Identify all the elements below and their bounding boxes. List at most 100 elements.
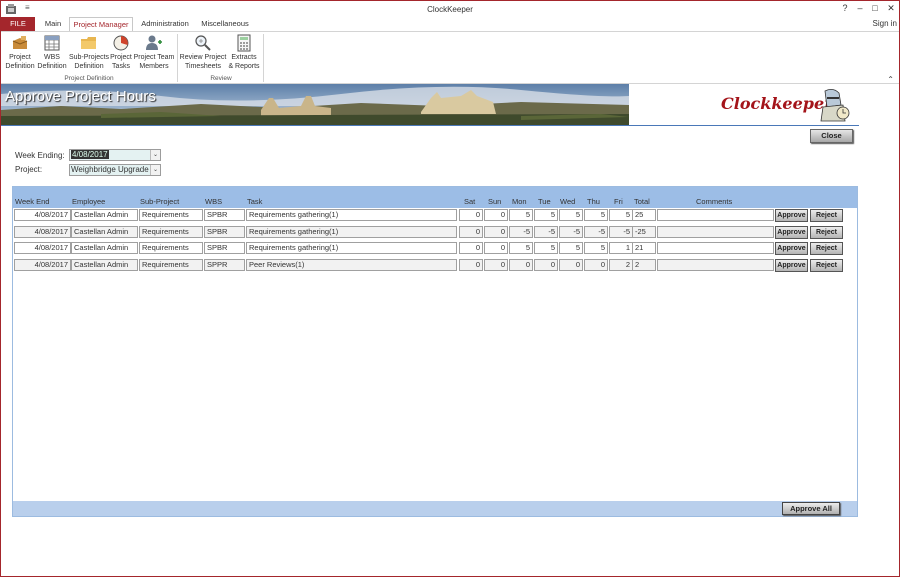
cell-fri[interactable]: 2	[609, 259, 633, 271]
cell-sun[interactable]: 0	[484, 226, 508, 238]
cell-tue[interactable]: -5	[534, 226, 558, 238]
close-button[interactable]: Close	[810, 129, 853, 143]
cell-wbs[interactable]: SPPR	[204, 259, 245, 271]
cell-sub-project[interactable]: Requirements	[139, 259, 203, 271]
cell-week-end[interactable]: 4/08/2017	[14, 209, 71, 221]
cell-wed[interactable]: 5	[559, 209, 583, 221]
cell-sun[interactable]: 0	[484, 209, 508, 221]
review-project-timesheets-button[interactable]: Review Project Timesheets	[179, 34, 227, 71]
cell-wbs[interactable]: SPBR	[204, 209, 245, 221]
cell-mon[interactable]: -5	[509, 226, 533, 238]
cell-sub-project[interactable]: Requirements	[139, 226, 203, 238]
cell-sat[interactable]: 0	[459, 259, 483, 271]
col-mon: Mon	[512, 197, 527, 206]
group-label-project-definition: Project Definition	[64, 75, 114, 82]
cell-sat[interactable]: 0	[459, 226, 483, 238]
approve-button[interactable]: Approve	[775, 226, 808, 239]
tab-main[interactable]: Main	[37, 17, 69, 31]
table-row[interactable]: 4/08/2017 Castellan Admin Requirements S…	[13, 259, 857, 273]
cell-wed[interactable]: 0	[559, 259, 583, 271]
cell-fri[interactable]: 5	[609, 209, 633, 221]
cell-wbs[interactable]: SPBR	[204, 242, 245, 254]
cell-thu[interactable]: 0	[584, 259, 608, 271]
cell-sat[interactable]: 0	[459, 242, 483, 254]
cell-wbs[interactable]: SPBR	[204, 226, 245, 238]
approve-button[interactable]: Approve	[775, 209, 808, 222]
cell-task[interactable]: Peer Reviews(1)	[246, 259, 457, 271]
folder-icon	[81, 37, 96, 49]
col-tue: Tue	[538, 197, 551, 206]
tab-miscellaneous[interactable]: Miscellaneous	[197, 17, 253, 31]
cell-mon[interactable]: 5	[509, 242, 533, 254]
cell-employee[interactable]: Castellan Admin	[71, 226, 138, 238]
table-row[interactable]: 4/08/2017 Castellan Admin Requirements S…	[13, 242, 857, 256]
sub-projects-definition-button[interactable]: Sub-Projects Definition	[67, 34, 111, 71]
cell-task[interactable]: Requirements gathering(1)	[246, 242, 457, 254]
cell-task[interactable]: Requirements gathering(1)	[246, 209, 457, 221]
tab-project-manager[interactable]: Project Manager	[69, 17, 133, 32]
cell-employee[interactable]: Castellan Admin	[71, 209, 138, 221]
close-window-button[interactable]: ✕	[884, 3, 898, 14]
table-row[interactable]: 4/08/2017 Castellan Admin Requirements S…	[13, 209, 857, 223]
project-combo[interactable]: Weighbridge Upgrade ⌄	[69, 164, 161, 176]
cell-sat[interactable]: 0	[459, 209, 483, 221]
cell-thu[interactable]: -5	[584, 226, 608, 238]
project-definition-button[interactable]: Project Definition	[3, 34, 37, 71]
cell-sun[interactable]: 0	[484, 242, 508, 254]
cell-tue[interactable]: 0	[534, 259, 558, 271]
cell-sun[interactable]: 0	[484, 259, 508, 271]
project-team-members-button[interactable]: Project Team Members	[133, 34, 175, 71]
team-members-icon	[146, 35, 162, 50]
cell-sub-project[interactable]: Requirements	[139, 209, 203, 221]
col-comments: Comments	[696, 197, 733, 206]
approve-all-button[interactable]: Approve All	[782, 502, 840, 515]
cell-comments[interactable]	[657, 259, 774, 271]
cell-wed[interactable]: -5	[559, 226, 583, 238]
week-ending-combo[interactable]: 4/08/2017 ⌄	[69, 149, 161, 161]
ribbon-label: Extracts & Reports	[228, 54, 260, 70]
reject-button[interactable]: Reject	[810, 209, 843, 222]
cell-thu[interactable]: 5	[584, 209, 608, 221]
reject-button[interactable]: Reject	[810, 259, 843, 272]
wbs-definition-button[interactable]: WBS Definition	[37, 34, 67, 71]
sign-in-link[interactable]: Sign in	[873, 19, 897, 28]
cell-employee[interactable]: Castellan Admin	[71, 259, 138, 271]
cell-fri[interactable]: 1	[609, 242, 633, 254]
cell-week-end[interactable]: 4/08/2017	[14, 259, 71, 271]
chevron-down-icon[interactable]: ⌄	[150, 150, 160, 160]
cell-week-end[interactable]: 4/08/2017	[14, 242, 71, 254]
help-button[interactable]: ?	[838, 3, 852, 13]
cell-comments[interactable]	[657, 226, 774, 238]
col-employee: Employee	[72, 197, 106, 206]
cell-week-end[interactable]: 4/08/2017	[14, 226, 71, 238]
tab-file[interactable]: FILE	[1, 17, 35, 31]
cell-sub-project[interactable]: Requirements	[139, 242, 203, 254]
table-row[interactable]: 4/08/2017 Castellan Admin Requirements S…	[13, 226, 857, 240]
extracts-reports-button[interactable]: Extracts & Reports	[227, 34, 261, 71]
reject-button[interactable]: Reject	[810, 242, 843, 255]
cell-task[interactable]: Requirements gathering(1)	[246, 226, 457, 238]
col-wbs: WBS	[205, 197, 223, 206]
cell-thu[interactable]: 5	[584, 242, 608, 254]
col-sun: Sun	[488, 197, 502, 206]
project-tasks-button[interactable]: Project Tasks	[109, 34, 133, 71]
ribbon: Project Definition WBS Definition Sub-Pr…	[1, 31, 899, 84]
approve-button[interactable]: Approve	[775, 242, 808, 255]
group-label-review: Review	[210, 75, 232, 82]
chevron-down-icon[interactable]: ⌄	[150, 165, 160, 175]
cell-mon[interactable]: 5	[509, 209, 533, 221]
cell-tue[interactable]: 5	[534, 209, 558, 221]
collapse-ribbon-icon[interactable]: ⌃	[887, 75, 894, 84]
cell-fri[interactable]: -5	[609, 226, 633, 238]
cell-wed[interactable]: 5	[559, 242, 583, 254]
maximize-button[interactable]: □	[868, 3, 882, 13]
cell-comments[interactable]	[657, 242, 774, 254]
cell-employee[interactable]: Castellan Admin	[71, 242, 138, 254]
cell-mon[interactable]: 0	[509, 259, 533, 271]
reject-button[interactable]: Reject	[810, 226, 843, 239]
cell-comments[interactable]	[657, 209, 774, 221]
minimize-button[interactable]: –	[853, 3, 867, 13]
approve-button[interactable]: Approve	[775, 259, 808, 272]
tab-administration[interactable]: Administration	[135, 17, 195, 31]
cell-tue[interactable]: 5	[534, 242, 558, 254]
